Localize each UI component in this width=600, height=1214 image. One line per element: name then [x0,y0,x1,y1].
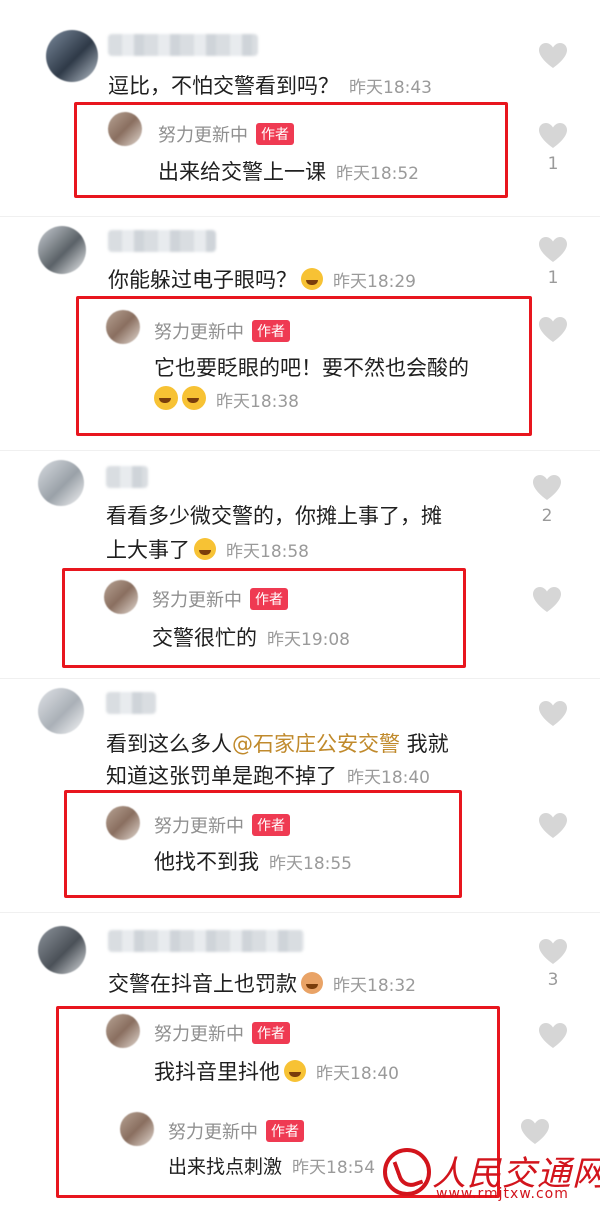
username-blurred[interactable] [108,230,216,252]
comment-body: 看到这么多人 [106,732,232,756]
username-blurred[interactable] [108,930,304,952]
reply-body: 我抖音里抖他 [154,1060,280,1084]
username-blurred[interactable] [106,466,148,488]
divider [0,912,600,913]
reply-text: 交警很忙的 昨天19:08 [152,622,350,652]
author-badge: 作者 [252,814,290,836]
username-blurred[interactable] [108,34,258,56]
avatar[interactable] [38,226,86,274]
comment-body: 交警在抖音上也罚款 [108,972,297,996]
avatar[interactable] [38,688,84,734]
like-heart-icon[interactable] [538,236,568,264]
laughing-emoji-icon [301,268,323,290]
comment-time: 昨天18:32 [333,976,416,996]
comment-text: 上大事了 昨天18:58 [106,534,309,564]
author-name: 努力更新中 [158,125,248,146]
comment-text: 交警在抖音上也罚款 昨天18:32 [108,968,416,998]
reply-author[interactable]: 努力更新中 作者 [168,1118,304,1144]
avatar[interactable] [106,1014,140,1048]
comment-text: 你能躲过电子眼吗？ 昨天18:29 [108,264,416,294]
reply-body: 出来找点刺激 [168,1156,283,1178]
like-count: 3 [547,970,559,990]
comment-time: 昨天18:43 [349,78,432,98]
reply-author[interactable]: 努力更新中 作者 [154,318,290,344]
reply-author[interactable]: 努力更新中 作者 [154,1020,290,1046]
reply-author[interactable]: 努力更新中 作者 [152,586,288,612]
divider [0,450,600,451]
author-name: 努力更新中 [154,1024,244,1045]
thinking-emoji-icon [194,538,216,560]
grinning-emoji-icon [182,386,206,410]
divider [0,678,600,679]
avatar[interactable] [38,926,86,974]
watermark-url: www.rmjtxw.com [436,1186,569,1202]
reply-time: 昨天18:38 [216,392,299,412]
avatar[interactable] [108,112,142,146]
reply-time: 昨天18:54 [292,1158,376,1178]
reply-time: 昨天19:08 [267,630,350,650]
avatar[interactable] [38,460,84,506]
author-name: 努力更新中 [168,1122,258,1143]
reply-time: 昨天18:40 [316,1064,399,1084]
avatar[interactable] [120,1112,154,1146]
author-badge: 作者 [252,320,290,342]
like-heart-icon[interactable] [538,812,568,840]
reply-text: 出来找点刺激 昨天18:54 [168,1152,375,1179]
reply-text: 我抖音里抖他 昨天18:40 [154,1056,399,1086]
reply-body: 它也要眨眼的吧！要不然也会酸的 [154,356,469,380]
reply-text: 他找不到我 昨天18:55 [154,846,352,876]
reply-author[interactable]: 努力更新中 作者 [154,812,290,838]
laughing-emoji-icon [284,1060,306,1082]
reply-meta: 昨天18:38 [154,386,299,412]
reply-body: 他找不到我 [154,850,259,874]
reply-time: 昨天18:52 [336,164,419,184]
reply-time: 昨天18:55 [269,854,352,874]
comment-time: 昨天18:29 [333,272,416,292]
grinning-emoji-icon [154,386,178,410]
like-heart-icon[interactable] [538,316,568,344]
avatar[interactable] [106,806,140,840]
comment-time: 昨天18:40 [347,768,430,788]
author-badge: 作者 [252,1022,290,1044]
author-badge: 作者 [266,1120,304,1142]
reply-author[interactable]: 努力更新中 作者 [158,121,294,147]
avatar[interactable] [104,580,138,614]
like-heart-icon[interactable] [538,42,568,70]
comment-text: 逗比，不怕交警看到吗？ 昨天18:43 [108,70,432,100]
like-count: 1 [547,154,559,174]
clapping-emoji-icon [301,972,323,994]
like-count: 1 [547,268,559,288]
comment-body-line2: 上大事了 [106,538,190,562]
author-badge: 作者 [250,588,288,610]
comment-body: 看看多少微交警的，你摊上事了，摊 [106,504,442,528]
reply-text: 出来给交警上一课 昨天18:52 [158,156,419,186]
comment-body: 你能躲过电子眼吗？ [108,268,297,292]
like-heart-icon[interactable] [532,586,562,614]
like-heart-icon[interactable] [538,122,568,150]
mention-link[interactable]: @石家庄公安交警 [232,732,400,756]
reply-body: 交警很忙的 [152,626,257,650]
like-heart-icon[interactable] [538,700,568,728]
like-heart-icon[interactable] [520,1118,550,1146]
like-heart-icon[interactable] [538,938,568,966]
author-name: 努力更新中 [152,590,242,611]
avatar[interactable] [46,30,98,82]
author-badge: 作者 [256,123,294,145]
like-count: 2 [541,506,553,526]
watermark-logo-icon [383,1148,431,1196]
author-name: 努力更新中 [154,816,244,837]
username-blurred[interactable] [106,692,156,714]
avatar[interactable] [106,310,140,344]
comment-body-line2: 知道这张罚单是跑不掉了 [106,764,337,788]
comment-text-line2: 知道这张罚单是跑不掉了 昨天18:40 [106,760,430,790]
like-heart-icon[interactable] [538,1022,568,1050]
like-heart-icon[interactable] [532,474,562,502]
author-name: 努力更新中 [154,322,244,343]
comment-body: 逗比，不怕交警看到吗？ [108,74,339,98]
comment-body-tail: 我就 [400,732,449,756]
comment-time: 昨天18:58 [226,542,309,562]
reply-body: 出来给交警上一课 [158,160,326,184]
comment-text: 看到这么多人@石家庄公安交警 我就 [106,728,449,758]
divider [0,216,600,217]
